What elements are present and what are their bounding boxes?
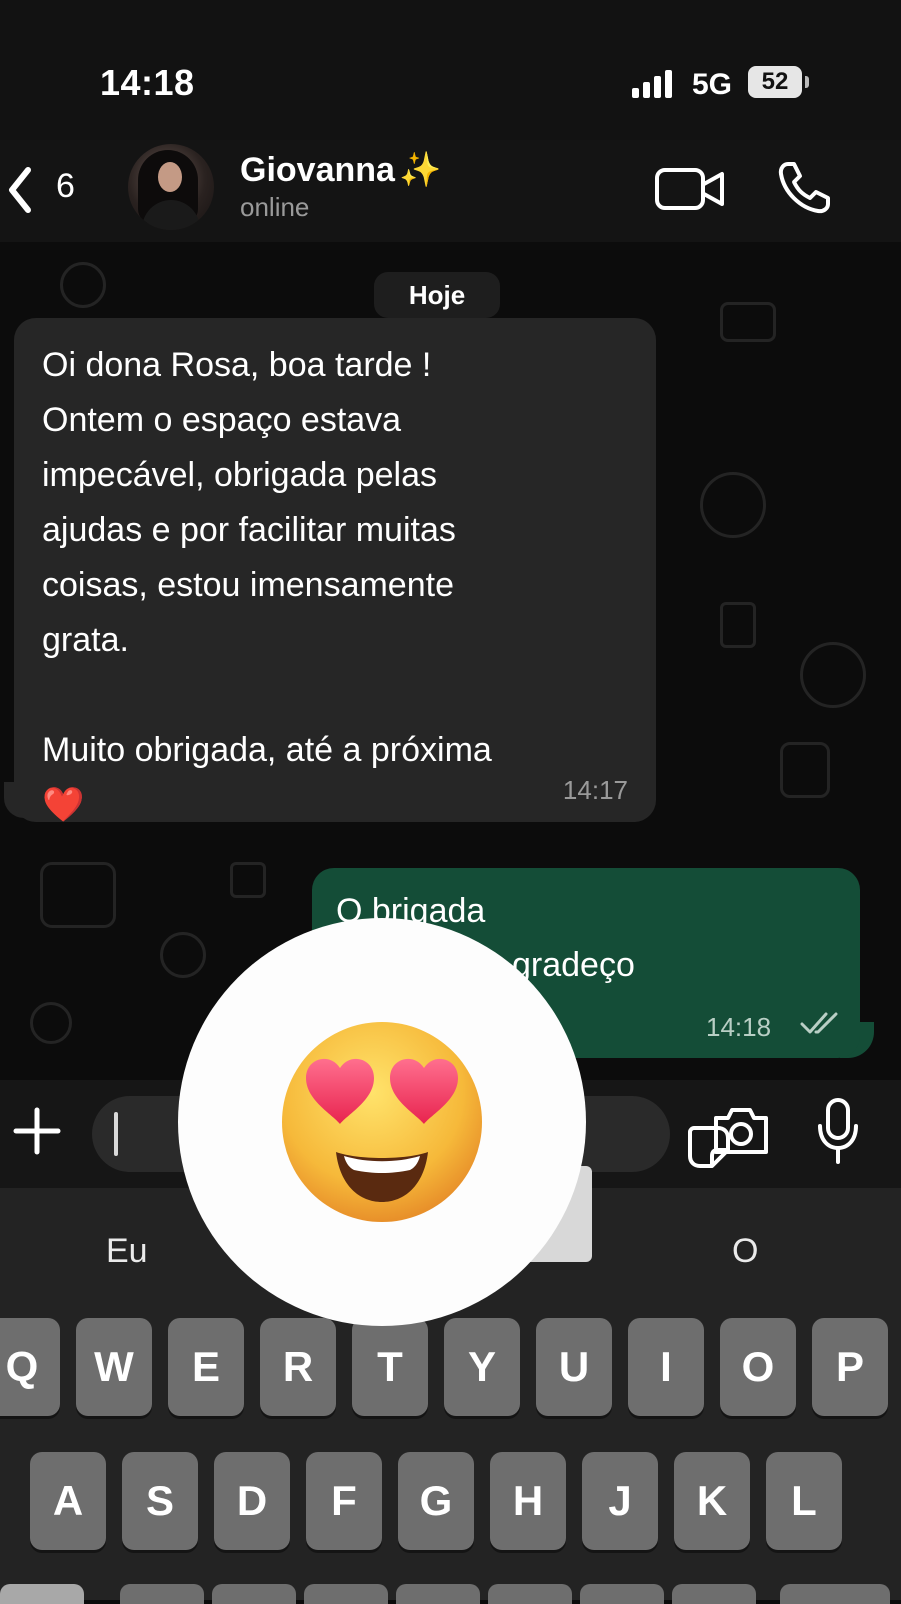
incoming-message-time: 14:17	[562, 775, 628, 805]
incoming-message-text: Oi dona Rosa, boa tarde ! Ontem o espaço…	[42, 346, 492, 824]
suggestion-1[interactable]: Eu	[106, 1232, 148, 1271]
text-caret	[114, 1112, 118, 1156]
key-e[interactable]: E	[168, 1318, 244, 1416]
key-o[interactable]: O	[720, 1318, 796, 1416]
contact-status: online	[240, 192, 310, 222]
key-i[interactable]: I	[628, 1318, 704, 1416]
key-g[interactable]: G	[398, 1452, 474, 1550]
wallpaper-doodle	[40, 862, 116, 928]
delete-key[interactable]	[780, 1584, 890, 1604]
key-n[interactable]	[580, 1584, 664, 1604]
key-d[interactable]: D	[214, 1452, 290, 1550]
wallpaper-doodle	[800, 642, 866, 708]
wallpaper-doodle	[780, 742, 830, 798]
key-h[interactable]: H	[490, 1452, 566, 1550]
network-type: 5G	[692, 68, 733, 101]
key-m[interactable]	[672, 1584, 756, 1604]
microphone-icon[interactable]	[816, 1096, 860, 1166]
key-r[interactable]: R	[260, 1318, 336, 1416]
key-t[interactable]: T	[352, 1318, 428, 1416]
key-b[interactable]	[488, 1584, 572, 1604]
wallpaper-doodle	[700, 472, 766, 538]
phone-call-icon[interactable]	[774, 158, 834, 218]
read-receipt-icon	[800, 1012, 838, 1034]
wallpaper-doodle	[60, 262, 106, 308]
key-u[interactable]: U	[536, 1318, 612, 1416]
contact-name-text: Giovanna	[240, 151, 395, 189]
wallpaper-doodle	[720, 602, 756, 648]
key-f[interactable]: F	[306, 1452, 382, 1550]
shift-key[interactable]	[0, 1584, 84, 1604]
chat-header: 6 Giovanna ✨ online	[0, 140, 901, 242]
key-z[interactable]	[120, 1584, 204, 1604]
key-l[interactable]: L	[766, 1452, 842, 1550]
avatar[interactable]	[128, 144, 214, 230]
key-j[interactable]: J	[582, 1452, 658, 1550]
outgoing-message-time: 14:18	[706, 1012, 772, 1042]
status-bar: 14:18 5G 52	[0, 0, 901, 140]
battery-tip	[805, 76, 809, 88]
battery-level: 52	[761, 68, 789, 95]
key-p[interactable]: P	[812, 1318, 888, 1416]
key-c[interactable]	[304, 1584, 388, 1604]
key-w[interactable]: W	[76, 1318, 152, 1416]
wallpaper-doodle	[160, 932, 206, 978]
key-k[interactable]: K	[674, 1452, 750, 1550]
incoming-message[interactable]: Oi dona Rosa, boa tarde ! Ontem o espaço…	[14, 318, 656, 824]
key-x[interactable]	[212, 1584, 296, 1604]
plus-icon[interactable]	[10, 1104, 64, 1158]
contact-name[interactable]: Giovanna ✨	[240, 150, 441, 190]
date-divider: Hoje	[374, 272, 500, 318]
battery-icon: 52	[748, 66, 802, 98]
outgoing-message-line-2: gradeço	[512, 946, 635, 984]
wallpaper-doodle	[720, 302, 776, 342]
wallpaper-doodle	[30, 1002, 72, 1044]
video-call-icon[interactable]	[654, 164, 726, 214]
emoji-sticker	[178, 918, 586, 1326]
unread-count[interactable]: 6	[56, 167, 75, 206]
key-v[interactable]	[396, 1584, 480, 1604]
camera-icon[interactable]	[710, 1102, 772, 1158]
key-q[interactable]: Q	[0, 1318, 60, 1416]
heart-eyes-emoji-icon	[282, 1022, 482, 1222]
key-y[interactable]: Y	[444, 1318, 520, 1416]
wallpaper-doodle	[230, 862, 266, 898]
sparkles-emoji: ✨	[398, 151, 442, 189]
suggestion-2[interactable]: O	[732, 1232, 758, 1271]
key-a[interactable]: A	[30, 1452, 106, 1550]
status-time: 14:18	[100, 62, 195, 103]
key-s[interactable]: S	[122, 1452, 198, 1550]
cellular-signal-icon	[632, 70, 672, 98]
